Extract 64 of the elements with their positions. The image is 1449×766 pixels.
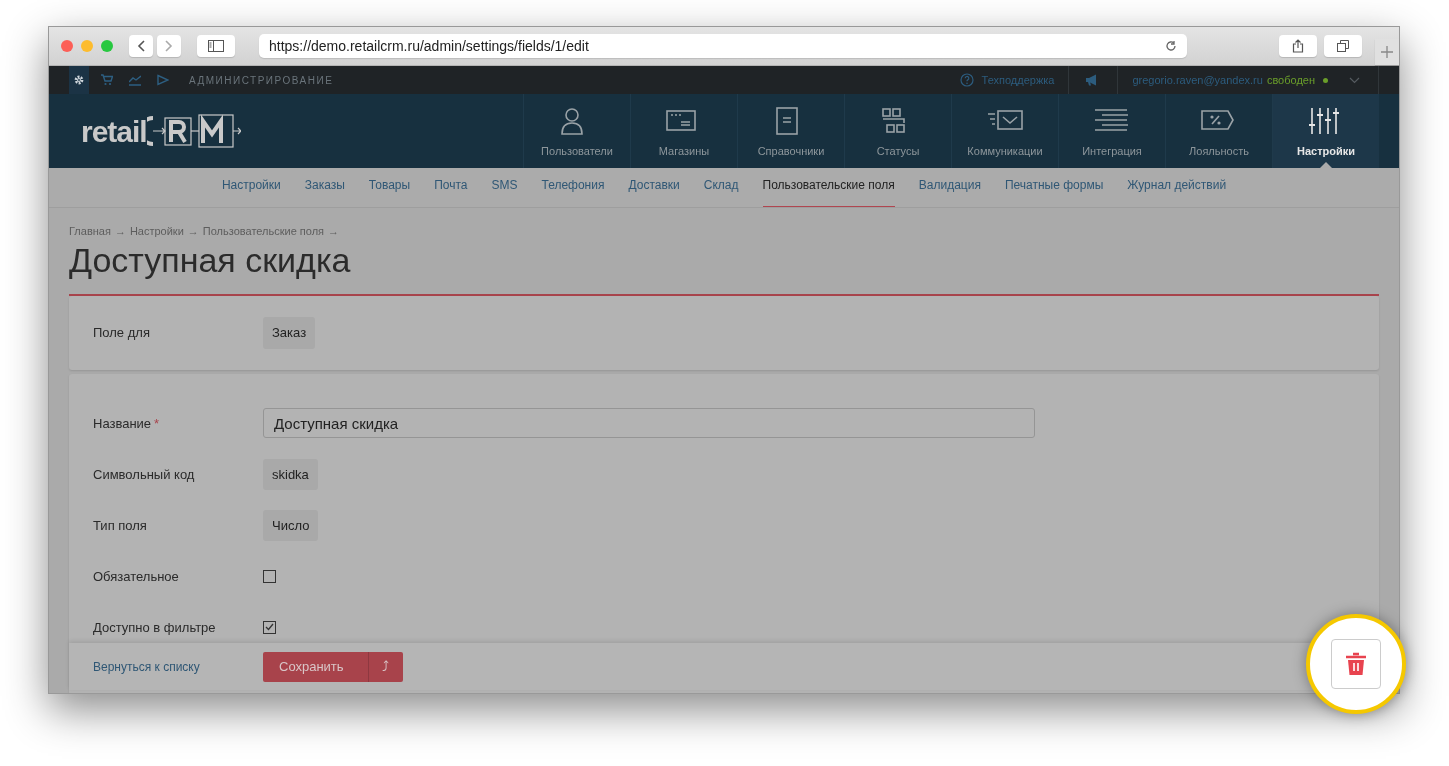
logo-text: retail [81,113,147,150]
check-icon [265,623,274,632]
back-button[interactable] [129,35,153,57]
subnav-link[interactable]: Настройки [221,164,281,207]
delete-button[interactable] [1331,639,1381,689]
save-options-button[interactable]: ⤴ [367,651,403,682]
field-label: Символьный код [93,465,196,484]
value-tag: Число [263,509,319,542]
minimize-light[interactable] [81,40,93,52]
breadcrumb-separator: → [187,224,199,239]
forward-button[interactable] [157,35,181,57]
section-title: АДМИНИСТРИРОВАНИЕ [189,73,334,88]
new-tab-button[interactable] [1375,39,1399,65]
field-label: Тип поля [93,516,148,535]
checkbox[interactable] [263,569,276,583]
cart-icon [101,74,113,86]
required-mark: * [154,415,160,431]
trash-icon [1345,652,1367,676]
line-chart-icon [129,74,141,86]
back-link[interactable]: Вернуться к списку [93,657,263,676]
tabs-button[interactable] [1324,35,1362,57]
zoom-light[interactable] [101,40,113,52]
url-text: https://demo.retailcrm.ru/admin/settings/fields/1/edit [269,36,589,56]
field-label: Поле для [93,324,151,343]
support-link[interactable]: Техподдержка [959,71,1055,89]
value-tag: skidka [263,458,318,491]
reload-icon[interactable] [1165,40,1177,52]
subnav-link[interactable]: Почта [434,164,468,207]
subnav-link[interactable]: SMS [491,164,518,207]
share-button[interactable] [1279,35,1317,57]
app-button[interactable] [69,66,89,94]
breadcrumb-link[interactable]: Пользовательские поля [202,223,325,240]
sidebar-button[interactable] [197,35,235,57]
share-icon [1292,39,1304,53]
help-icon [959,73,974,87]
field-label: Обязательное [93,567,180,586]
subnav-link[interactable]: Заказы [304,164,345,207]
page-title: Доступная скидка [69,241,352,279]
value-tag: Заказ [263,317,316,349]
chevron-right-icon [165,40,173,52]
breadcrumb-link[interactable]: Настройки [129,223,184,240]
nav-tab[interactable]: Настройки [1272,94,1379,168]
subnav-link[interactable]: Товары [368,164,411,207]
checkbox[interactable] [263,620,276,634]
save-button[interactable]: Сохранить [263,651,368,682]
address-bar[interactable]: https://demo.retailcrm.ru/admin/settings/fields/1/edit [259,34,1187,58]
field-label: Название [93,415,152,431]
status-dot [1323,77,1328,83]
tabs-icon [1337,40,1349,52]
user-status: свободен [1266,72,1315,88]
plus-icon [1381,46,1393,58]
field-label: Доступно в фильтре [93,618,217,637]
gear-icon [73,74,85,86]
breadcrumb-separator: → [328,224,340,239]
chevron-down-icon [1348,76,1360,84]
sidebar-icon [208,40,224,52]
breadcrumb-link[interactable]: Главная [69,223,111,240]
chevron-left-icon [137,40,145,52]
play-icon [157,74,169,86]
text-input[interactable]: Доступная скидка [263,408,1035,439]
close-light[interactable] [61,40,73,52]
subnav-link[interactable]: Пользовательские поля [762,164,895,207]
user-email[interactable]: gregorio.raven@yandex.ru [1132,71,1263,89]
breadcrumb-separator: → [114,224,126,239]
